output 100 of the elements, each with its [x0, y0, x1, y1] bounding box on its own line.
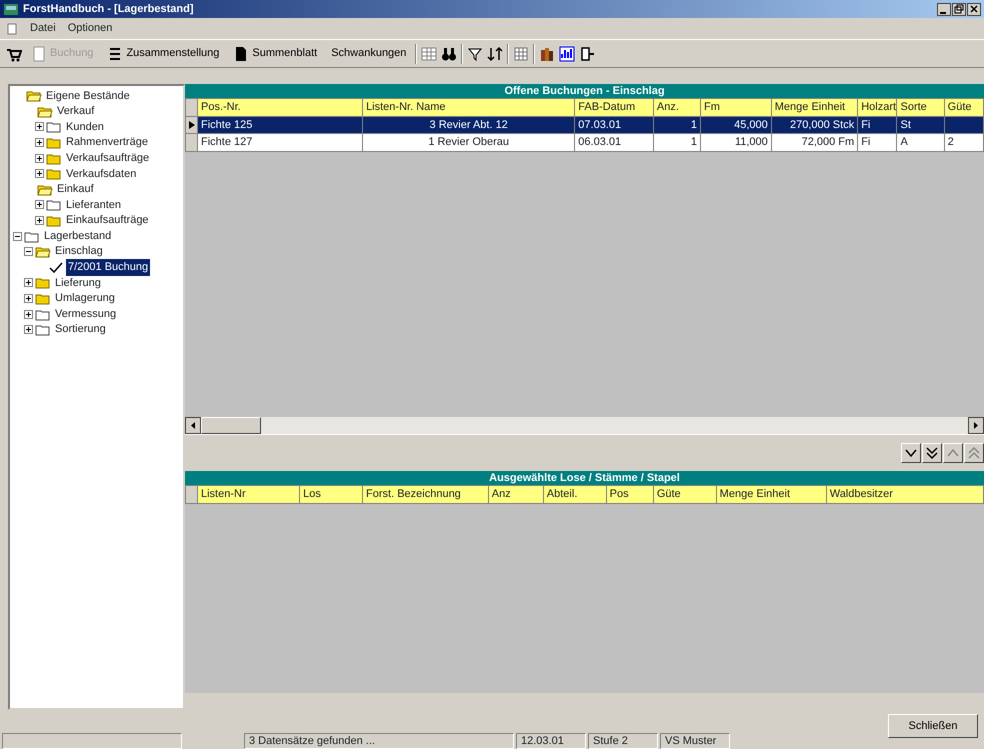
table-cell: 11,000 [700, 134, 772, 151]
table-cell: 06.03.01 [574, 134, 654, 151]
document-icon [31, 46, 47, 62]
column-header[interactable]: Menge Einheit [716, 486, 826, 503]
tree-item[interactable]: Eigene Bestände [44, 88, 132, 104]
table-cell: 1 [653, 116, 701, 134]
tree-item[interactable]: Einschlag [53, 243, 105, 260]
collapse-icon[interactable] [24, 247, 33, 256]
expand-icon[interactable] [35, 169, 44, 178]
grid-title: Offene Buchungen - Einschlag [185, 84, 984, 98]
status-text: VS Muster [660, 733, 730, 749]
scroll-left-icon[interactable] [185, 417, 201, 434]
column-header[interactable]: Forst. Bezeichnung [362, 486, 488, 503]
table-cell: Fichte 125 [198, 116, 363, 134]
tree-item[interactable]: Verkauf [55, 103, 96, 120]
minimize-icon[interactable] [937, 2, 951, 16]
tree-item[interactable]: Lieferanten [64, 196, 124, 214]
exit-icon[interactable] [579, 46, 596, 62]
column-header[interactable]: Los [300, 486, 363, 503]
expand-icon[interactable] [24, 310, 33, 319]
column-header[interactable]: Waldbesitzer [826, 486, 984, 503]
check-icon [48, 260, 64, 275]
table-row[interactable]: Fichte 127 1 Revier Oberau 06.03.01 1 11,000 72,000 Fm Fi A 2 [186, 134, 984, 151]
table-cell: Fichte 127 [198, 134, 363, 151]
column-header[interactable]: Menge Einheit [771, 98, 858, 116]
table-cell: 1 Revier Oberau [362, 134, 575, 151]
menu-item[interactable]: Optionen [68, 20, 112, 37]
restore-icon[interactable] [952, 2, 966, 16]
scroll-right-icon[interactable] [968, 417, 984, 434]
tree-item[interactable]: Kunden [64, 118, 106, 136]
grid-title: Ausgewählte Lose / Stämme / Stapel [185, 471, 984, 485]
expand-icon[interactable] [24, 294, 33, 304]
table-row[interactable]: Fichte 125 3 Revier Abt. 12 07.03.01 1 45,000 270,000 Stck Fi St [186, 116, 984, 134]
horizontal-scrollbar[interactable] [185, 417, 984, 434]
column-header[interactable]: Listen-Nr. Name [362, 98, 575, 116]
column-header[interactable]: Pos [606, 486, 654, 503]
tree-item[interactable]: Vermessung [53, 306, 118, 322]
chart-icon[interactable] [559, 46, 576, 62]
collapse-icon[interactable] [13, 232, 22, 241]
table-icon[interactable] [513, 46, 530, 62]
table-cell: St [896, 116, 944, 134]
column-header[interactable]: Sorte [896, 98, 944, 116]
expand-icon[interactable] [35, 216, 44, 226]
column-header[interactable]: FAB-Datum [574, 98, 654, 116]
column-header[interactable]: Anz. [653, 98, 701, 116]
column-header[interactable]: Güte [944, 98, 984, 116]
status-text: Stufe 2 [588, 733, 658, 749]
tree-item[interactable]: Einkauf [55, 181, 96, 198]
table-cell: Fi [858, 116, 897, 134]
menu-item[interactable]: Datei [30, 20, 56, 37]
nav-button[interactable] [964, 443, 984, 463]
tree-item[interactable]: Verkaufsdaten [64, 166, 138, 182]
tree-item[interactable]: Verkaufsaufträge [64, 150, 152, 166]
column-header[interactable]: Listen-Nr [198, 486, 300, 503]
window-title: ForstHandbuch - [Lagerbestand] [23, 2, 194, 17]
scroll-thumb[interactable] [201, 417, 261, 434]
column-header[interactable]: Fm [700, 98, 772, 116]
filter-icon[interactable] [467, 46, 484, 62]
table-cell: A [896, 134, 944, 151]
double-chevron-down-icon [924, 445, 940, 461]
close-icon[interactable] [967, 2, 981, 16]
expand-icon[interactable] [24, 325, 33, 334]
status-text: 12.03.01 [516, 733, 586, 749]
close-button[interactable]: Schließen [888, 714, 978, 738]
table-cell: 1 [653, 134, 701, 151]
status-text: 3 Datensätze gefunden ... [244, 733, 514, 749]
expand-icon[interactable] [35, 200, 44, 210]
tree-item[interactable]: Rahmenverträge [64, 134, 150, 151]
books-icon[interactable] [539, 46, 556, 62]
tree-item[interactable]: Lieferung [53, 274, 103, 292]
table-cell: 3 Revier Abt. 12 [362, 116, 575, 134]
toolbar-button[interactable]: Schwankungen [326, 43, 412, 64]
table-cell: 270,000 Stck [771, 116, 858, 134]
column-header[interactable]: Güte [653, 486, 716, 503]
tree-item[interactable]: Umlagerung [53, 290, 117, 307]
tree-item[interactable]: Sortierung [53, 321, 108, 338]
app-icon [3, 2, 19, 16]
expand-icon[interactable] [24, 278, 33, 288]
expand-icon[interactable] [35, 122, 44, 132]
nav-button[interactable] [922, 443, 942, 463]
nav-button[interactable] [901, 443, 921, 463]
binoculars-icon[interactable] [441, 46, 458, 62]
toolbar-button[interactable]: Zusammenstellung [102, 43, 224, 64]
sort-icon[interactable] [487, 46, 504, 62]
column-header[interactable]: Pos.-Nr. [198, 98, 363, 116]
column-header[interactable]: Abteil. [543, 486, 606, 503]
expand-icon[interactable] [35, 154, 44, 163]
column-header[interactable]: Anz [488, 486, 544, 503]
column-header[interactable]: Holzart [858, 98, 897, 116]
row-pointer-icon [189, 120, 195, 129]
tree-item[interactable]: Einkaufsaufträge [64, 212, 151, 229]
toolbar-button[interactable]: Summenblatt [228, 43, 322, 64]
nav-button[interactable] [943, 443, 963, 463]
tree-item[interactable]: Lagerbestand [42, 228, 114, 244]
table-cell: Fi [858, 134, 897, 151]
document-icon [6, 22, 18, 34]
tree-item[interactable]: 7/2001 Buchung [66, 259, 150, 276]
table-cell [944, 116, 984, 134]
table-cell: 2 [944, 134, 984, 151]
expand-icon[interactable] [35, 138, 44, 148]
